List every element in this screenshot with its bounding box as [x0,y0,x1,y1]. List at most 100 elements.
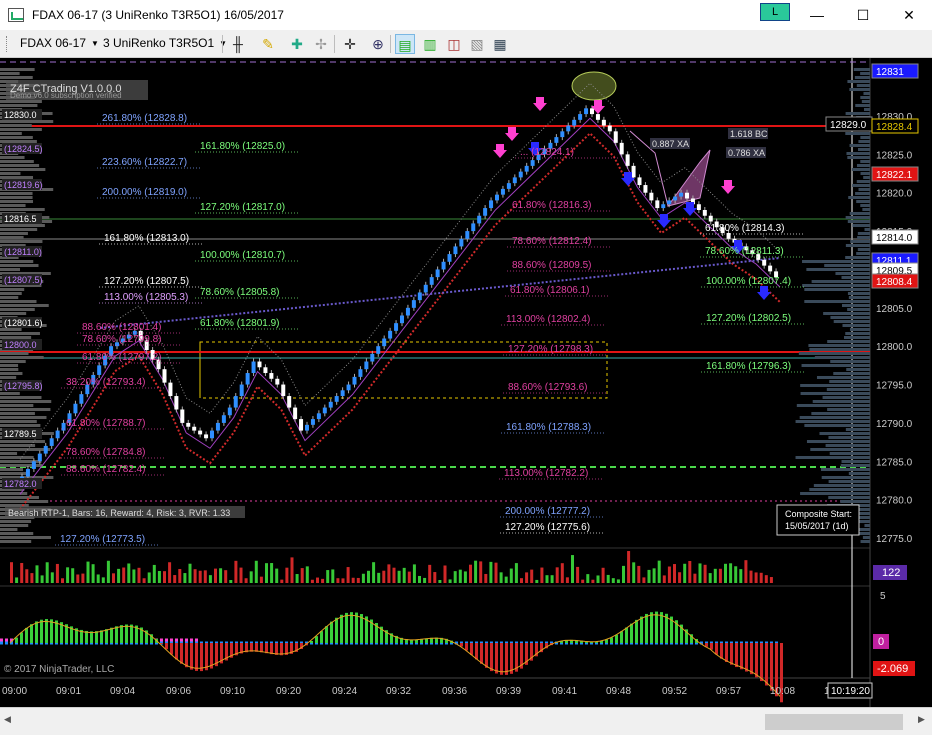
profile-bar [833,320,870,323]
volume-bar [157,571,161,583]
oscillator-bar [635,619,638,643]
volume-bar [693,573,697,583]
volume-bar [147,572,151,583]
bar-type-label: 3 UniRenko T3R5O1 [103,36,215,50]
profile-bar [857,248,870,251]
profile-bar [829,452,870,455]
maximize-button[interactable]: ☐ [840,0,886,30]
zoom-icon[interactable]: ⊕ [368,34,388,54]
oscillator-bar [730,643,733,665]
profile-bar [802,284,870,287]
volume-bar [178,568,182,583]
up-bar [572,119,577,126]
down-bar [275,378,280,385]
up-bar [500,188,505,195]
profile-bar [835,272,870,275]
volume-bar [453,571,457,583]
chart-horizontal-scrollbar[interactable]: ◀ ▶ [0,707,932,735]
price-tick-label: 12805.0 [876,304,913,315]
oscillator-bar [715,643,718,655]
up-bar [483,208,488,216]
volume-bar [387,564,391,583]
profile-bar [800,384,870,387]
volume-bar [571,555,574,583]
chart-style-icon[interactable]: ╫ [228,34,248,54]
profile-bar [849,212,870,215]
up-bar [417,292,422,301]
crosshair-icon[interactable]: ✛ [340,34,360,54]
profile-bar [862,536,870,539]
profile-bar [852,224,870,227]
volume-bar [713,568,717,583]
oscillator-bar [475,643,478,660]
chart-panel[interactable]: 12830.012825.012820.012815.012810.012805… [0,58,932,707]
time-tick-label: 09:00 [2,686,27,697]
profile-bar [841,304,870,307]
chart-canvas[interactable]: 12830.012825.012820.012815.012810.012805… [0,58,932,707]
profile-bar [849,328,870,331]
left-level-label: 12782.0 [4,479,37,489]
volume-bar [132,569,136,583]
strategies-icon[interactable]: ▧ [467,34,487,54]
profile-bar [0,392,20,395]
oscillator-bar [485,643,488,668]
profile-bar [0,300,37,303]
instrument-selector[interactable]: FDAX 06-17 ▼ [20,36,99,50]
volume-bar [168,562,172,583]
fib-label: 61.80% (12788.7) [66,418,146,429]
down-bar [192,426,197,431]
chart-trader-icon[interactable]: ▤ [395,34,415,54]
bar-type-selector[interactable]: 3 UniRenko T3R5O1 ▼ [103,36,227,50]
profile-bar [0,264,39,267]
minimize-button[interactable]: — [794,0,840,30]
pattern-label: 0.786 XA [728,148,765,158]
volume-bar [106,560,110,583]
volume-bar [642,577,646,583]
price-tick-label: 12785.0 [876,457,913,468]
volume-bar [25,569,29,583]
oscillator-bar [495,643,498,674]
strategy-icon[interactable]: ✢ [311,34,331,54]
oscillator-bar [330,621,333,643]
time-tick-label: 09:57 [716,686,741,697]
profile-bar [0,524,29,527]
volume-bar [479,561,483,583]
profile-bar [0,76,33,79]
up-bar [411,300,416,308]
indicators-icon[interactable]: ◫ [444,34,464,54]
profile-bar [823,312,870,315]
profile-bar [816,376,870,379]
volume-bar [606,574,610,583]
drawing-pencil-icon[interactable]: ✎ [258,34,278,54]
oscillator-bar [490,643,493,672]
add-indicator-icon[interactable]: ✚ [287,34,307,54]
data-series-icon[interactable]: ▥ [420,34,440,54]
volume-bar [402,567,406,583]
scroll-right-arrow-icon[interactable]: ▶ [918,714,925,725]
scroll-thumb[interactable] [765,714,903,730]
up-bar [251,361,256,374]
down-bar [655,200,660,209]
fib-label: 38.20% (12793.4) [66,377,146,388]
volume-bar [142,578,146,583]
volume-bar [10,562,13,583]
close-button[interactable]: ✕ [886,0,932,30]
profile-bar [800,492,870,495]
profile-bar [845,428,870,431]
price-tick-label: 12780.0 [876,496,913,507]
price-axis: 12830.012825.012820.012815.012810.012805… [825,63,919,676]
fib-label: 223.60% (12822.7) [102,157,187,168]
profile-bar [0,200,34,203]
profile-bar [860,160,870,163]
profile-bar [0,68,35,71]
volume-bar [280,579,284,583]
link-button[interactable]: L [760,3,790,21]
down-bar [287,396,292,408]
properties-icon[interactable]: ▦ [490,34,510,54]
down-bar [186,422,191,427]
profile-bar [0,500,49,503]
time-tick-label: 09:24 [332,686,357,697]
oscillator-bar [90,631,93,643]
price-tag: 12808.4 [876,277,913,288]
scroll-left-arrow-icon[interactable]: ◀ [4,714,11,725]
